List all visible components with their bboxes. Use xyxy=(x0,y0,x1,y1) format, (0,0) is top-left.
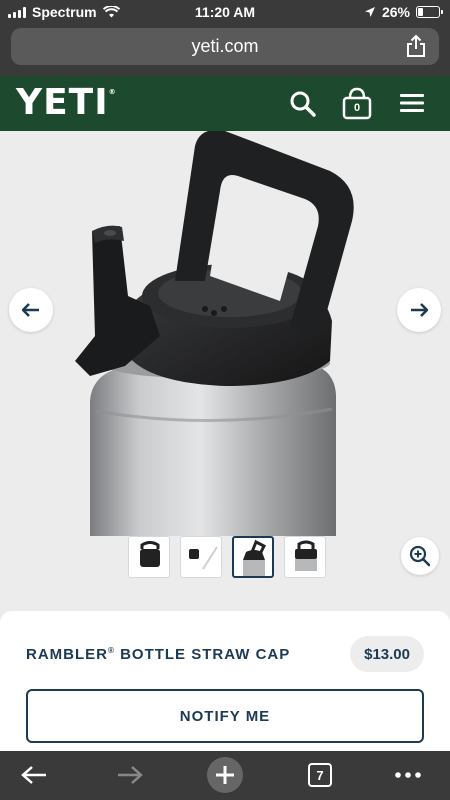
yeti-logo[interactable]: YETI® xyxy=(16,82,117,123)
thumbnail-2[interactable] xyxy=(232,536,274,578)
battery-icon xyxy=(416,6,443,18)
arrow-right-icon xyxy=(411,303,428,317)
thumbnail-strip xyxy=(128,536,326,578)
status-right: 26% xyxy=(364,4,443,20)
back-button[interactable] xyxy=(14,757,54,793)
next-image-button[interactable] xyxy=(397,288,441,332)
zoom-button[interactable] xyxy=(401,537,439,575)
logo-mark: ® xyxy=(108,88,117,96)
thumbnail-0[interactable] xyxy=(128,536,170,578)
forward-button[interactable] xyxy=(110,757,150,793)
location-arrow-icon xyxy=(364,7,375,17)
arrow-forward-icon xyxy=(118,766,143,784)
product-image xyxy=(75,131,354,536)
product-gallery xyxy=(0,131,450,611)
arrow-left-icon xyxy=(22,303,39,317)
product-title-rest: BOTTLE STRAW CAP xyxy=(114,646,291,663)
tabs-count: 7 xyxy=(308,763,332,787)
cart-count: 0 xyxy=(353,102,361,114)
logo-text: YETI xyxy=(16,82,109,123)
product-title: RAMBLER® BOTTLE STRAW CAP xyxy=(26,646,290,663)
battery-percent: 26% xyxy=(381,4,410,20)
prev-image-button[interactable] xyxy=(9,288,53,332)
cart-button[interactable]: 0 xyxy=(341,86,373,120)
notify-me-button[interactable]: NOTIFY ME xyxy=(26,689,424,743)
url-text: yeti.com xyxy=(191,36,259,56)
arrow-back-icon xyxy=(21,766,46,784)
new-tab-button[interactable] xyxy=(205,757,245,793)
more-dots-icon xyxy=(395,772,421,778)
price-badge: $13.00 xyxy=(350,636,424,672)
product-title-mark: ® xyxy=(108,646,115,655)
tabs-button[interactable]: 7 xyxy=(300,757,340,793)
plus-glyph xyxy=(216,766,234,784)
zoom-in-icon xyxy=(409,545,431,567)
plus-icon xyxy=(207,757,243,793)
thumb-cap-front-image xyxy=(140,541,160,567)
status-bar: Spectrum 11:20 AM 26% xyxy=(0,0,450,24)
product-details: RAMBLER® BOTTLE STRAW CAP $13.00 NOTIFY … xyxy=(0,611,450,751)
browser-top-bar: Spectrum 11:20 AM 26% yeti.com xyxy=(0,0,450,76)
site-header: YETI® 0 xyxy=(0,76,450,131)
battery-fill xyxy=(418,8,423,16)
thumb-cap-straw-image xyxy=(189,546,218,570)
search-icon[interactable] xyxy=(289,90,317,118)
browser-toolbar: 7 xyxy=(0,751,450,800)
thumbnail-1[interactable] xyxy=(180,536,222,578)
share-icon[interactable] xyxy=(405,34,427,58)
thumbnail-3[interactable] xyxy=(284,536,326,578)
thumb-cap-back-image xyxy=(295,540,317,571)
thumb-bottle-cap-image xyxy=(243,539,267,576)
address-bar[interactable]: yeti.com xyxy=(11,28,439,65)
menu-icon[interactable] xyxy=(400,93,424,113)
product-title-main: RAMBLER xyxy=(26,646,108,663)
more-button[interactable] xyxy=(388,757,428,793)
